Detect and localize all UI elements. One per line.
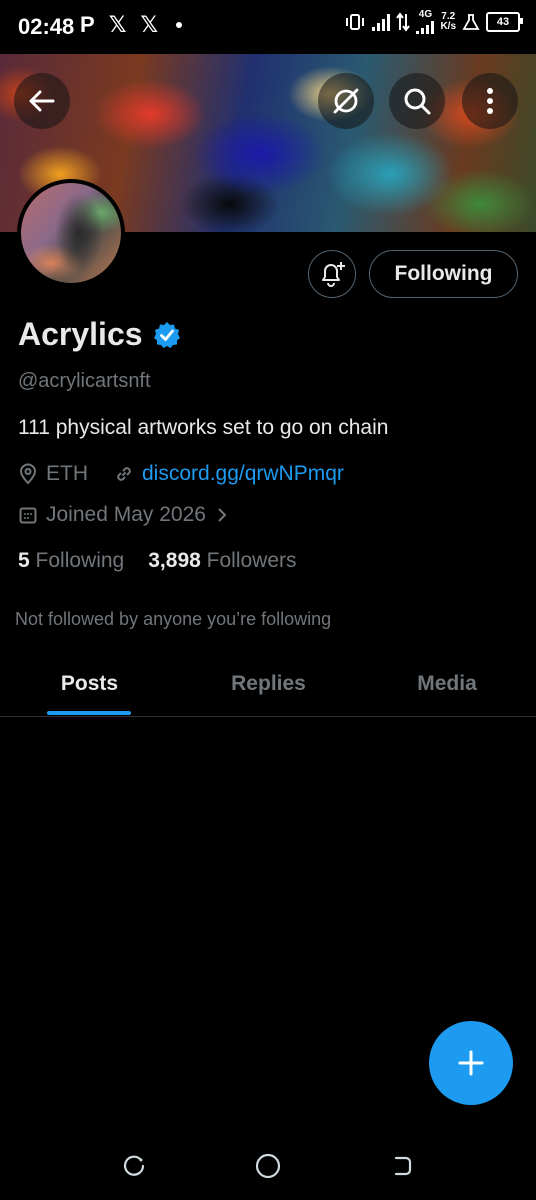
- following-label: Following: [35, 549, 125, 572]
- notification-icons: P 𝕏 𝕏: [80, 12, 183, 38]
- profile-joined: Joined May 2026: [46, 503, 206, 526]
- status-time: 02:48: [18, 14, 75, 39]
- back-nav-button[interactable]: [387, 1151, 417, 1181]
- following-count: 5: [18, 549, 30, 572]
- profile-stats: 5 Following 3,898 Followers: [18, 549, 297, 573]
- profile-bio: 111 physical artworks set to go on chain: [18, 416, 389, 439]
- home-button[interactable]: [253, 1151, 283, 1181]
- profile-tabs: Posts Replies Media: [0, 652, 536, 717]
- back-icon: [394, 1156, 412, 1176]
- more-button[interactable]: [462, 73, 518, 129]
- location-icon: [18, 463, 38, 485]
- p-app-icon: P: [80, 12, 95, 37]
- profile-joined-row[interactable]: Joined May 2026: [18, 503, 236, 527]
- search-button[interactable]: [389, 73, 445, 129]
- x-app-icon: 𝕏: [140, 12, 159, 37]
- profile-meta-row: ETH discord.gg/qrwNPmqr: [18, 462, 344, 486]
- compose-button[interactable]: [429, 1021, 513, 1105]
- profile-handle: @acrylicartsnft: [18, 370, 151, 392]
- grok-icon: [333, 88, 359, 114]
- back-button[interactable]: [14, 73, 70, 129]
- not-followed-note: Not followed by anyone you’re following: [15, 609, 332, 629]
- battery-icon: 43: [486, 12, 523, 32]
- net-speed-unit: K/s: [440, 21, 456, 32]
- followers-count: 3,898: [148, 549, 201, 572]
- avatar[interactable]: [17, 179, 125, 287]
- grok-button[interactable]: [318, 73, 374, 129]
- x-app-icon: 𝕏: [108, 12, 127, 37]
- battery-level: 43: [496, 16, 510, 28]
- link-icon: [114, 464, 134, 484]
- verified-badge-icon[interactable]: [153, 321, 181, 349]
- signal-icon: [416, 20, 435, 34]
- arrow-left-icon: [29, 90, 55, 112]
- profile-name-row: Acrylics: [18, 316, 181, 353]
- following-stat[interactable]: 5 Following: [18, 549, 124, 573]
- notifications-button[interactable]: [308, 250, 356, 298]
- system-nav-bar: [0, 1135, 536, 1195]
- plus-icon: [458, 1050, 484, 1076]
- vibrate-icon: [346, 14, 365, 30]
- data-transfer-icon: [396, 12, 411, 32]
- calendar-icon: [18, 505, 38, 525]
- recents-icon: [123, 1155, 145, 1176]
- status-bar: 02:48 P 𝕏 𝕏 4G 7.2 K/s 43: [0, 0, 536, 54]
- tab-posts[interactable]: Posts: [0, 652, 179, 716]
- recents-button[interactable]: [119, 1151, 149, 1181]
- home-icon: [255, 1153, 281, 1179]
- bell-plus-icon: [322, 262, 345, 287]
- network-type: 4G: [418, 9, 433, 20]
- followers-label: Followers: [206, 549, 297, 572]
- more-notifications-dot-icon: [176, 22, 183, 28]
- more-vertical-icon: [487, 88, 493, 114]
- following-button[interactable]: Following: [369, 250, 518, 298]
- tab-replies[interactable]: Replies: [179, 652, 358, 716]
- tab-media[interactable]: Media: [358, 652, 536, 716]
- profile-name: Acrylics: [18, 316, 143, 352]
- signal-icon: [372, 13, 391, 31]
- search-icon: [404, 88, 431, 115]
- profile-location: ETH: [46, 462, 88, 485]
- profile-link[interactable]: discord.gg/qrwNPmqr: [142, 462, 344, 486]
- system-indicators: 4G 7.2 K/s 43: [344, 9, 523, 34]
- flask-icon: [462, 14, 480, 30]
- followers-stat[interactable]: 3,898 Followers: [148, 549, 296, 573]
- active-tab-indicator: [47, 711, 131, 715]
- chevron-right-icon: [216, 506, 228, 524]
